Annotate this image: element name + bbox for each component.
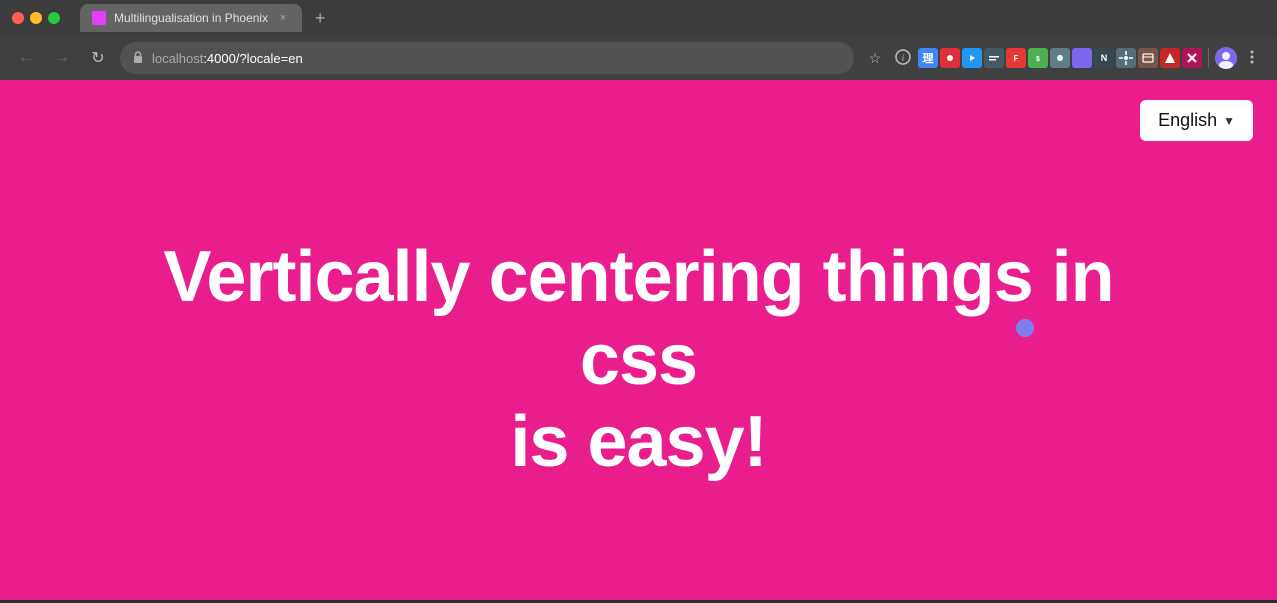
tab-favicon-icon xyxy=(92,11,106,25)
ext-icon-12[interactable] xyxy=(1160,48,1180,68)
extension-icons: 理 F $ xyxy=(918,48,1202,68)
ext-icon-1[interactable]: 理 xyxy=(918,48,938,68)
info-icon: i xyxy=(895,49,911,68)
svg-text:i: i xyxy=(902,53,905,63)
reload-icon: ↻ xyxy=(91,48,104,68)
tab-close-button[interactable]: × xyxy=(276,11,290,25)
toolbar-separator xyxy=(1208,48,1209,68)
ext-icon-4[interactable] xyxy=(984,48,1004,68)
locale-dropdown[interactable]: English ▼ xyxy=(1140,100,1253,141)
forward-icon: → xyxy=(54,49,70,67)
forward-button[interactable]: → xyxy=(48,44,76,72)
info-button[interactable]: i xyxy=(890,45,916,71)
back-button[interactable]: ← xyxy=(12,44,40,72)
browser-menu-button[interactable] xyxy=(1239,45,1265,71)
new-tab-button[interactable]: + xyxy=(306,4,334,32)
address-prefix: localhost xyxy=(152,51,203,66)
maximize-window-button[interactable] xyxy=(48,12,60,24)
address-bar[interactable]: localhost:4000/?locale=en xyxy=(120,42,854,74)
close-window-button[interactable] xyxy=(12,12,24,24)
window-controls xyxy=(12,12,60,24)
tab-bar: Multilingualisation in Phoenix × + xyxy=(80,4,1265,32)
page-content: English ▼ Vertically centering things in… xyxy=(0,80,1277,600)
svg-text:F: F xyxy=(1014,54,1019,63)
hero-text: Vertically centering things in css is ea… xyxy=(89,236,1189,484)
title-bar: Multilingualisation in Phoenix × + xyxy=(0,0,1277,36)
menu-icon xyxy=(1250,49,1254,68)
ext-icon-7[interactable] xyxy=(1050,48,1070,68)
chevron-down-icon: ▼ xyxy=(1223,114,1235,128)
minimize-window-button[interactable] xyxy=(30,12,42,24)
ext-icon-2[interactable] xyxy=(940,48,960,68)
hero-line-2: is easy! xyxy=(129,401,1149,484)
bookmark-icon: ☆ xyxy=(869,50,882,67)
svg-text:$: $ xyxy=(1036,56,1040,63)
address-path: :4000/?locale=en xyxy=(203,51,302,66)
ext-icon-5[interactable]: F xyxy=(1006,48,1026,68)
ext-icon-6[interactable]: $ xyxy=(1028,48,1048,68)
locale-label: English xyxy=(1158,110,1217,131)
lock-icon xyxy=(132,50,144,66)
tab-title: Multilingualisation in Phoenix xyxy=(114,11,268,25)
reload-button[interactable]: ↻ xyxy=(84,44,112,72)
ext-icon-8[interactable] xyxy=(1072,48,1092,68)
ext-icon-13[interactable] xyxy=(1182,48,1202,68)
bookmark-button[interactable]: ☆ xyxy=(862,45,888,71)
ext-icon-11[interactable] xyxy=(1138,48,1158,68)
ext-icon-10[interactable] xyxy=(1116,48,1136,68)
active-tab[interactable]: Multilingualisation in Phoenix × xyxy=(80,4,302,32)
hero-line-1: Vertically centering things in css xyxy=(129,236,1149,402)
back-icon: ← xyxy=(18,49,34,67)
ext-icon-3[interactable] xyxy=(962,48,982,68)
svg-text:N: N xyxy=(1101,53,1108,63)
ext-icon-9[interactable]: N xyxy=(1094,48,1114,68)
toolbar: ← → ↻ localhost:4000/?locale=en ☆ xyxy=(0,36,1277,80)
user-avatar[interactable] xyxy=(1215,47,1237,69)
address-text: localhost:4000/?locale=en xyxy=(152,51,842,66)
toolbar-actions: ☆ i 理 xyxy=(862,45,1265,71)
browser-frame: Multilingualisation in Phoenix × + ← → ↻ xyxy=(0,0,1277,600)
